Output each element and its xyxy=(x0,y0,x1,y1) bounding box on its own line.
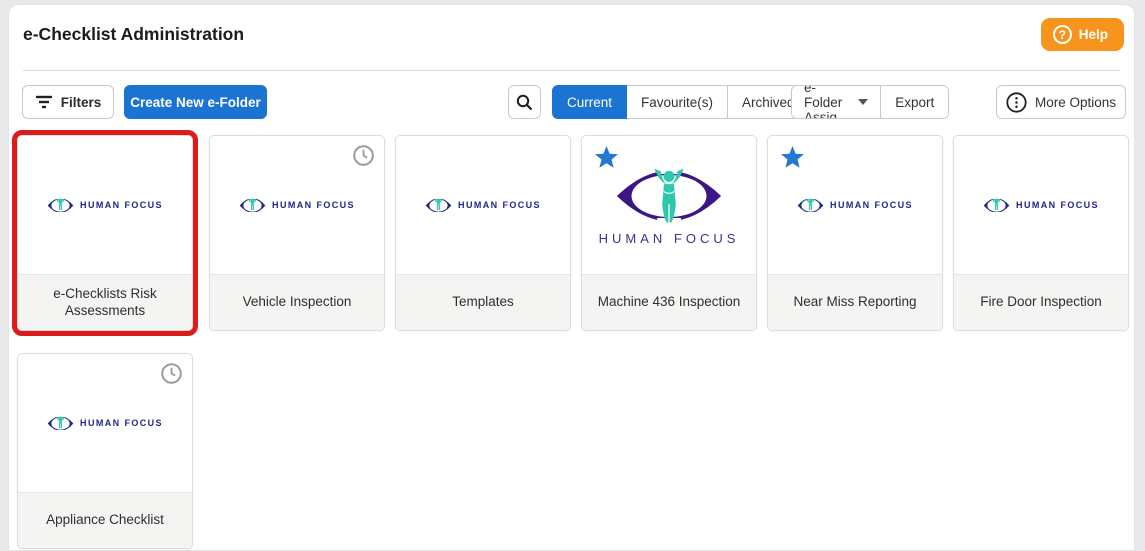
human-focus-eye-icon xyxy=(425,196,452,215)
human-focus-eye-icon xyxy=(239,196,266,215)
tab-label: Current xyxy=(567,95,612,110)
human-focus-logo: HUMAN FOCUS xyxy=(797,196,913,215)
efolder-card-machine-436-inspection[interactable]: HUMAN FOCUS Machine 436 Inspection xyxy=(581,135,757,331)
card-footer: Templates xyxy=(396,274,570,330)
human-focus-logo: HUMAN FOCUS xyxy=(47,414,163,433)
efolder-card-near-miss-reporting[interactable]: HUMAN FOCUS Near Miss Reporting xyxy=(767,135,943,331)
page-gutter xyxy=(1135,0,1145,551)
human-focus-eye-icon xyxy=(47,414,74,433)
card-label: Near Miss Reporting xyxy=(781,294,928,311)
human-focus-eye-icon xyxy=(47,196,74,215)
card-body: HUMAN FOCUS xyxy=(582,136,756,274)
card-label: e-Checklists Risk Assessments xyxy=(18,286,192,320)
human-focus-wordmark: HUMAN FOCUS xyxy=(1016,200,1099,210)
card-footer: Vehicle Inspection xyxy=(210,274,384,330)
card-body: HUMAN FOCUS xyxy=(18,354,192,492)
filter-icon xyxy=(35,95,53,109)
card-label: Machine 436 Inspection xyxy=(586,294,753,311)
human-focus-wordmark: HUMAN FOCUS xyxy=(599,231,740,246)
tab-group: Current Favourite(s) Archived xyxy=(552,85,810,119)
efolder-card-e-checklists-risk-assessments[interactable]: HUMAN FOCUS e-Checklists Risk Assessment… xyxy=(17,135,193,331)
human-focus-wordmark: HUMAN FOCUS xyxy=(272,200,355,210)
card-label: Vehicle Inspection xyxy=(231,294,364,311)
chevron-down-icon xyxy=(858,99,868,105)
human-focus-wordmark: HUMAN FOCUS xyxy=(830,200,913,210)
page-title: e-Checklist Administration xyxy=(23,24,244,45)
efolder-card-appliance-checklist[interactable]: HUMAN FOCUS Appliance Checklist xyxy=(17,353,193,549)
card-footer: e-Checklists Risk Assessments xyxy=(18,274,192,330)
header-divider xyxy=(23,70,1120,71)
card-label: Appliance Checklist xyxy=(34,512,176,529)
card-body: HUMAN FOCUS xyxy=(18,136,192,274)
filters-button[interactable]: Filters xyxy=(22,85,114,119)
human-focus-wordmark: HUMAN FOCUS xyxy=(458,200,541,210)
efolder-assign-dropdown[interactable]: e-Folder Assig... xyxy=(792,86,880,118)
help-button[interactable]: ? Help xyxy=(1041,18,1124,51)
tab-current[interactable]: Current xyxy=(552,85,627,119)
card-body: HUMAN FOCUS xyxy=(210,136,384,274)
card-footer: Appliance Checklist xyxy=(18,492,192,548)
card-body: HUMAN FOCUS xyxy=(954,136,1128,274)
efolder-card-vehicle-inspection[interactable]: HUMAN FOCUS Vehicle Inspection xyxy=(209,135,385,331)
main-panel: e-Checklist Administration ? Help Filter… xyxy=(8,4,1135,551)
efolder-assign-group: e-Folder Assig... Export xyxy=(791,85,949,119)
question-circle-icon: ? xyxy=(1053,25,1072,44)
efolder-card-fire-door-inspection[interactable]: HUMAN FOCUS Fire Door Inspection xyxy=(953,135,1129,331)
human-focus-logo: HUMAN FOCUS xyxy=(983,196,1099,215)
help-label: Help xyxy=(1079,27,1108,42)
tab-label: Archived xyxy=(742,95,795,110)
card-footer: Near Miss Reporting xyxy=(768,274,942,330)
human-focus-logo: HUMAN FOCUS xyxy=(425,196,541,215)
card-label: Fire Door Inspection xyxy=(968,294,1114,311)
human-focus-wordmark: HUMAN FOCUS xyxy=(80,418,163,428)
card-body: HUMAN FOCUS xyxy=(768,136,942,274)
export-button[interactable]: Export xyxy=(880,86,948,118)
human-focus-logo: HUMAN FOCUS xyxy=(239,196,355,215)
create-new-efolder-button[interactable]: Create New e-Folder xyxy=(124,85,267,119)
human-focus-eye-icon xyxy=(983,196,1010,215)
human-focus-eye-icon xyxy=(613,164,725,228)
human-focus-eye-icon xyxy=(797,196,824,215)
card-body: HUMAN FOCUS xyxy=(396,136,570,274)
card-footer: Machine 436 Inspection xyxy=(582,274,756,330)
efolder-card-templates[interactable]: HUMAN FOCUS Templates xyxy=(395,135,571,331)
more-options-label: More Options xyxy=(1035,95,1116,110)
filters-label: Filters xyxy=(61,95,102,110)
human-focus-wordmark: HUMAN FOCUS xyxy=(80,200,163,210)
human-focus-logo-large: HUMAN FOCUS xyxy=(599,164,740,246)
search-icon xyxy=(516,94,533,111)
card-footer: Fire Door Inspection xyxy=(954,274,1128,330)
human-focus-logo: HUMAN FOCUS xyxy=(47,196,163,215)
efolder-assign-label: e-Folder Assig... xyxy=(804,85,848,119)
tab-favourites[interactable]: Favourite(s) xyxy=(626,85,728,119)
efolder-grid: HUMAN FOCUS e-Checklists Risk Assessment… xyxy=(9,135,1134,549)
ellipsis-vertical-circle-icon xyxy=(1006,92,1027,113)
more-options-button[interactable]: More Options xyxy=(996,85,1126,119)
search-button[interactable] xyxy=(508,85,541,119)
tab-label: Favourite(s) xyxy=(641,95,713,110)
card-label: Templates xyxy=(440,294,526,311)
